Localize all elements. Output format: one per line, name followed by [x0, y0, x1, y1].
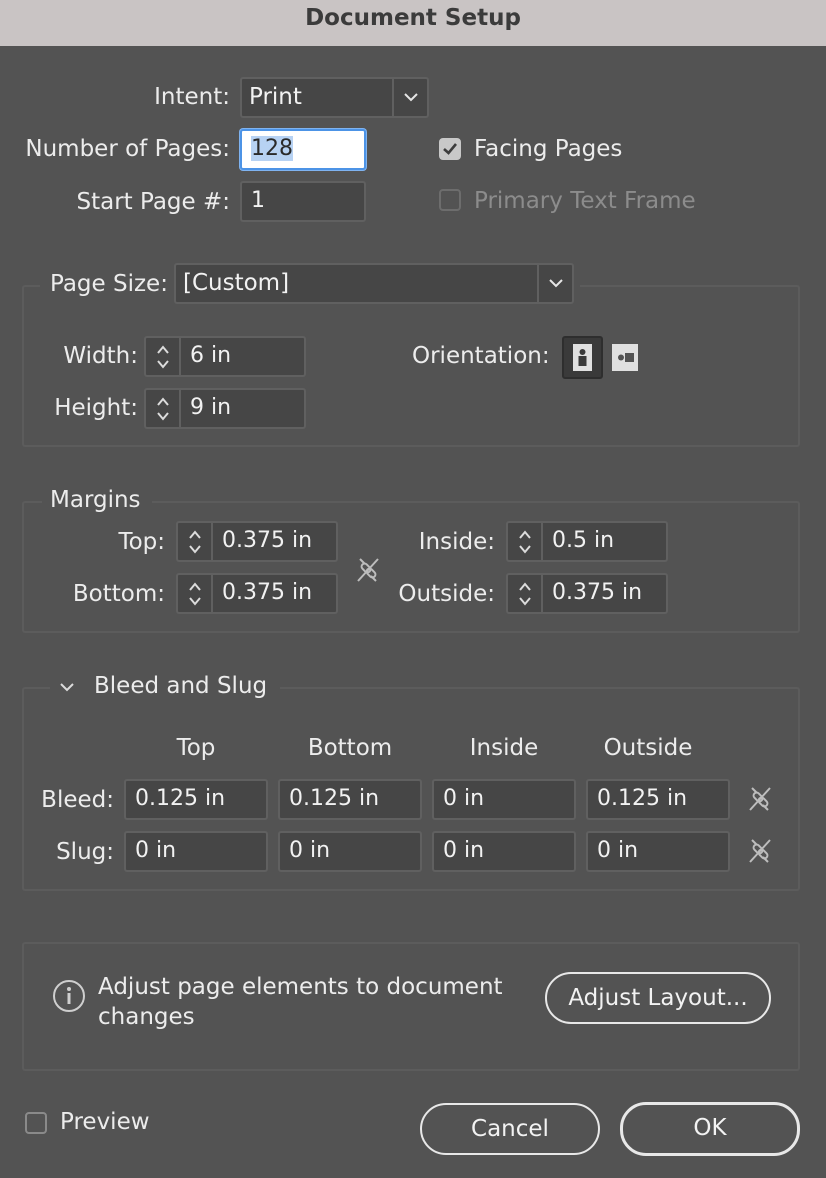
- column-header-bottom: Bottom: [307, 735, 393, 761]
- column-header-top: Top: [176, 735, 216, 761]
- adjust-layout-button[interactable]: Adjust Layout...: [545, 972, 771, 1024]
- height-value: 9 in: [190, 395, 232, 420]
- preview-label[interactable]: Preview: [60, 1109, 150, 1135]
- cancel-button[interactable]: Cancel: [420, 1103, 600, 1155]
- slug-bottom-value: 0 in: [289, 838, 331, 863]
- adjust-info-line2: changes: [98, 1004, 195, 1030]
- margins-group: [22, 501, 800, 633]
- margin-top-label: Top:: [118, 529, 165, 555]
- stepper-arrows-icon[interactable]: [508, 523, 543, 560]
- column-header-inside: Inside: [469, 735, 539, 761]
- preview-checkbox[interactable]: [25, 1112, 47, 1134]
- stepper-arrows-icon[interactable]: [146, 338, 181, 375]
- margin-top-value: 0.375 in: [222, 528, 313, 553]
- bleed-bottom-input[interactable]: 0.125 in: [278, 779, 422, 820]
- facing-pages-label[interactable]: Facing Pages: [474, 136, 622, 162]
- start-page-value: 1: [251, 188, 265, 213]
- slug-top-value: 0 in: [135, 838, 177, 863]
- slug-outside-input[interactable]: 0 in: [586, 831, 730, 872]
- margin-outside-label: Outside:: [398, 581, 495, 607]
- bleed-top-input[interactable]: 0.125 in: [124, 779, 268, 820]
- intent-value: Print: [249, 84, 302, 110]
- intent-label: Intent:: [154, 84, 230, 110]
- stepper-arrows-icon[interactable]: [178, 575, 213, 612]
- slug-inside-value: 0 in: [443, 838, 485, 863]
- margin-outside-value: 0.375 in: [552, 580, 643, 605]
- page-size-value: [Custom]: [183, 270, 290, 296]
- slug-label: Slug:: [56, 839, 114, 865]
- width-input[interactable]: 6 in: [144, 336, 306, 377]
- chevron-down-icon[interactable]: [392, 79, 427, 116]
- height-input[interactable]: 9 in: [144, 388, 306, 429]
- margin-inside-label: Inside:: [418, 529, 495, 555]
- number-of-pages-label: Number of Pages:: [25, 136, 230, 162]
- column-header-outside: Outside: [603, 735, 693, 761]
- stepper-arrows-icon[interactable]: [178, 523, 213, 560]
- title-bar: Document Setup: [0, 0, 826, 46]
- margin-bottom-label: Bottom:: [72, 581, 165, 607]
- stepper-arrows-icon[interactable]: [508, 575, 543, 612]
- link-broken-icon[interactable]: [746, 784, 774, 814]
- margin-inside-input[interactable]: 0.5 in: [506, 521, 668, 562]
- bleed-label: Bleed:: [41, 787, 114, 813]
- slug-outside-value: 0 in: [597, 838, 639, 863]
- ok-button[interactable]: OK: [620, 1102, 800, 1156]
- start-page-label: Start Page #:: [76, 189, 230, 215]
- chevron-down-icon[interactable]: [58, 678, 78, 692]
- page-size-group: [22, 285, 800, 447]
- checkmark-icon: [443, 143, 457, 155]
- bleed-outside-value: 0.125 in: [597, 786, 688, 811]
- slug-bottom-input[interactable]: 0 in: [278, 831, 422, 872]
- link-broken-icon[interactable]: [746, 836, 774, 866]
- info-icon: [52, 979, 86, 1013]
- bleed-bottom-value: 0.125 in: [289, 786, 380, 811]
- portrait-orientation-icon[interactable]: [562, 336, 603, 379]
- width-label: Width:: [63, 343, 138, 369]
- start-page-input[interactable]: 1: [240, 181, 366, 222]
- slug-inside-input[interactable]: 0 in: [432, 831, 576, 872]
- link-broken-icon[interactable]: [354, 555, 382, 585]
- margin-top-input[interactable]: 0.375 in: [176, 521, 338, 562]
- number-of-pages-input[interactable]: 128: [240, 129, 366, 170]
- chevron-down-icon[interactable]: [537, 265, 572, 302]
- bleed-outside-input[interactable]: 0.125 in: [586, 779, 730, 820]
- facing-pages-checkbox[interactable]: [439, 138, 461, 160]
- page-size-label: Page Size:: [50, 271, 168, 297]
- page-size-dropdown[interactable]: [Custom]: [174, 263, 574, 304]
- adjust-info-line1: Adjust page elements to document: [98, 974, 503, 1000]
- margin-bottom-input[interactable]: 0.375 in: [176, 573, 338, 614]
- slug-top-input[interactable]: 0 in: [124, 831, 268, 872]
- intent-dropdown[interactable]: Print: [240, 77, 429, 118]
- width-value: 6 in: [190, 343, 232, 368]
- number-of-pages-value: 128: [251, 136, 293, 161]
- bleed-top-value: 0.125 in: [135, 786, 226, 811]
- margins-heading: Margins: [50, 487, 141, 513]
- primary-text-frame-label: Primary Text Frame: [474, 188, 696, 214]
- bleed-inside-input[interactable]: 0 in: [432, 779, 576, 820]
- landscape-orientation-icon[interactable]: [610, 340, 640, 375]
- primary-text-frame-checkbox[interactable]: [439, 189, 461, 211]
- bleed-slug-heading[interactable]: Bleed and Slug: [94, 673, 267, 699]
- margin-bottom-value: 0.375 in: [222, 580, 313, 605]
- margin-inside-value: 0.5 in: [552, 528, 615, 553]
- dialog-title: Document Setup: [305, 5, 521, 31]
- margin-outside-input[interactable]: 0.375 in: [506, 573, 668, 614]
- stepper-arrows-icon[interactable]: [146, 390, 181, 427]
- bleed-inside-value: 0 in: [443, 786, 485, 811]
- height-label: Height:: [54, 395, 138, 421]
- orientation-label: Orientation:: [412, 343, 550, 369]
